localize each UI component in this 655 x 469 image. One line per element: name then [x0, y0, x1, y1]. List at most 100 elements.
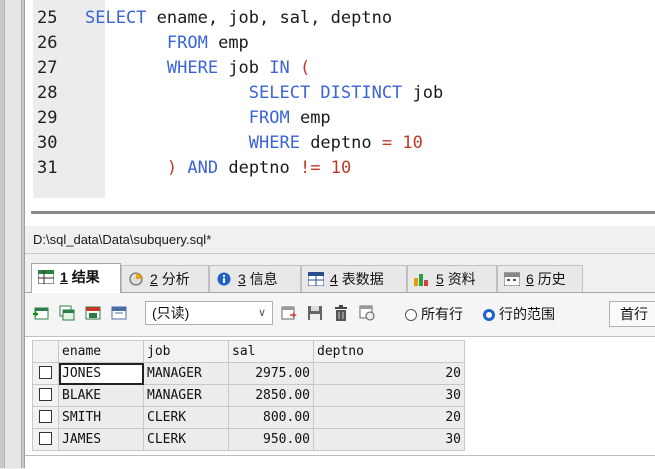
code-text: FROM emp: [85, 31, 249, 56]
sql-keyword: AND: [187, 158, 219, 178]
cell-sal[interactable]: 2850.00: [228, 384, 314, 407]
row-checkbox[interactable]: [32, 362, 59, 385]
column-header-ename[interactable]: ename: [58, 340, 144, 363]
save-changes-icon[interactable]: [85, 305, 101, 321]
table-row[interactable]: SMITH CLERK 800.00 20: [32, 406, 465, 429]
code-line[interactable]: 29 FROM emp: [25, 106, 645, 131]
radio-circle: [405, 309, 417, 321]
tab-number: 3: [238, 271, 246, 287]
tab-table-data[interactable]: 4 表数据: [301, 265, 407, 292]
cell-sal[interactable]: 950.00: [228, 428, 314, 451]
duplicate-row-icon[interactable]: [59, 305, 75, 321]
tab-label: 表数据: [341, 271, 384, 287]
cell-job[interactable]: MANAGER: [143, 384, 229, 407]
editor-horizontal-scrollbar[interactable]: [31, 211, 655, 214]
first-row-field[interactable]: 首行: [609, 301, 655, 327]
table-row[interactable]: BLAKE MANAGER 2850.00 30: [32, 384, 465, 407]
code-line[interactable]: 31 ) AND deptno != 10: [25, 156, 645, 181]
export-grid-icon[interactable]: [281, 305, 297, 321]
cell-sal[interactable]: 800.00: [228, 406, 314, 429]
results-grid-area: ename job sal deptno JONES MANAGER 2975.…: [25, 336, 655, 469]
tab-history[interactable]: 6 历史: [497, 265, 583, 292]
cancel-changes-icon[interactable]: [111, 305, 127, 321]
radio-all-rows-label: 所有行: [421, 306, 463, 322]
sql-text: emp: [289, 108, 331, 128]
radio-circle-selected: [483, 309, 495, 321]
add-row-icon[interactable]: [33, 305, 49, 321]
left-panel-splitter[interactable]: [4, 0, 22, 468]
code-line[interactable]: 26 FROM emp: [25, 31, 645, 56]
code-line[interactable]: 30 WHERE deptno = 10: [25, 131, 645, 156]
line-number: 25: [37, 8, 58, 28]
status-divider: [25, 455, 655, 456]
info-icon: [216, 268, 232, 286]
cell-job[interactable]: MANAGER: [143, 362, 229, 385]
tab-profile[interactable]: 5 资料: [407, 265, 497, 292]
cell-deptno[interactable]: 20: [313, 362, 465, 385]
row-checkbox[interactable]: [32, 384, 59, 407]
cell-job[interactable]: CLERK: [143, 428, 229, 451]
results-table: ename job sal deptno JONES MANAGER 2975.…: [32, 340, 465, 451]
sql-text: job: [402, 83, 444, 103]
table-row[interactable]: JAMES CLERK 950.00 30: [32, 428, 465, 451]
cell-ename[interactable]: BLAKE: [58, 384, 144, 407]
line-number: 30: [37, 133, 58, 153]
cell-deptno[interactable]: 20: [313, 406, 465, 429]
left-panel-strip: [0, 0, 25, 468]
grid-corner[interactable]: [32, 340, 59, 363]
cell-ename[interactable]: SMITH: [58, 406, 144, 429]
sql-operator: ): [166, 158, 178, 178]
column-header-job[interactable]: job: [143, 340, 229, 363]
cell-sal[interactable]: 2975.00: [228, 362, 314, 385]
column-header-deptno[interactable]: deptno: [313, 340, 465, 363]
row-checkbox[interactable]: [32, 406, 59, 429]
cell-deptno[interactable]: 30: [313, 428, 465, 451]
history-calendar-icon: [503, 268, 521, 287]
code-line[interactable]: 25 SELECT ename, job, sal, deptno: [25, 6, 645, 31]
cell-deptno[interactable]: 30: [313, 384, 465, 407]
radio-all-rows[interactable]: 所有行: [405, 305, 463, 323]
cell-ename[interactable]: JAMES: [58, 428, 144, 451]
line-number: 27: [37, 58, 58, 78]
delete-trash-icon[interactable]: [333, 305, 349, 321]
sql-text: ename, job, sal, deptno: [146, 8, 393, 28]
row-checkbox[interactable]: [32, 428, 59, 451]
sql-keyword: FROM: [166, 33, 208, 53]
sql-text: emp: [207, 33, 249, 53]
code-line[interactable]: 28 SELECT DISTINCT job: [25, 81, 645, 106]
sql-operator: (: [300, 58, 311, 78]
sql-editor[interactable]: 25 SELECT ename, job, sal, deptno 26 FROM …: [25, 0, 655, 227]
tab-profiler[interactable]: 2 分析: [121, 265, 209, 292]
checkbox-icon: [39, 431, 52, 445]
table-row[interactable]: JONES MANAGER 2975.00 20: [32, 362, 465, 385]
refresh-grid-icon[interactable]: [359, 305, 375, 321]
tab-label: 信息: [249, 271, 278, 287]
line-number: 26: [37, 33, 58, 53]
checkbox-icon: [39, 409, 52, 423]
save-disk-icon[interactable]: [307, 305, 323, 321]
code-text: WHERE deptno = 10: [85, 131, 423, 156]
column-header-sal[interactable]: sal: [228, 340, 314, 363]
sql-keyword: SELECT: [85, 8, 147, 28]
radio-row-range[interactable]: 行的范围: [483, 305, 555, 323]
code-line[interactable]: 27 WHERE job IN (: [25, 56, 645, 81]
results-toolbar: (只读) ∨ 所有行 行的范围 首行: [25, 293, 655, 335]
line-number: 29: [37, 108, 58, 128]
cell-ename[interactable]: JONES: [58, 362, 144, 385]
cell-job[interactable]: CLERK: [143, 406, 229, 429]
profiler-icon: [128, 268, 144, 286]
tab-number: 4: [330, 271, 338, 287]
profile-chart-icon: [414, 268, 430, 286]
tab-info[interactable]: 3 信息: [209, 265, 301, 292]
sql-keyword: WHERE: [248, 133, 300, 153]
result-mode-select[interactable]: (只读) ∨: [145, 301, 273, 325]
tab-results[interactable]: 1 结果: [31, 263, 121, 293]
line-number: 31: [37, 158, 58, 178]
radio-row-range-label: 行的范围: [499, 306, 555, 322]
result-mode-value: (只读): [152, 305, 190, 321]
tab-number: 6: [526, 271, 534, 287]
